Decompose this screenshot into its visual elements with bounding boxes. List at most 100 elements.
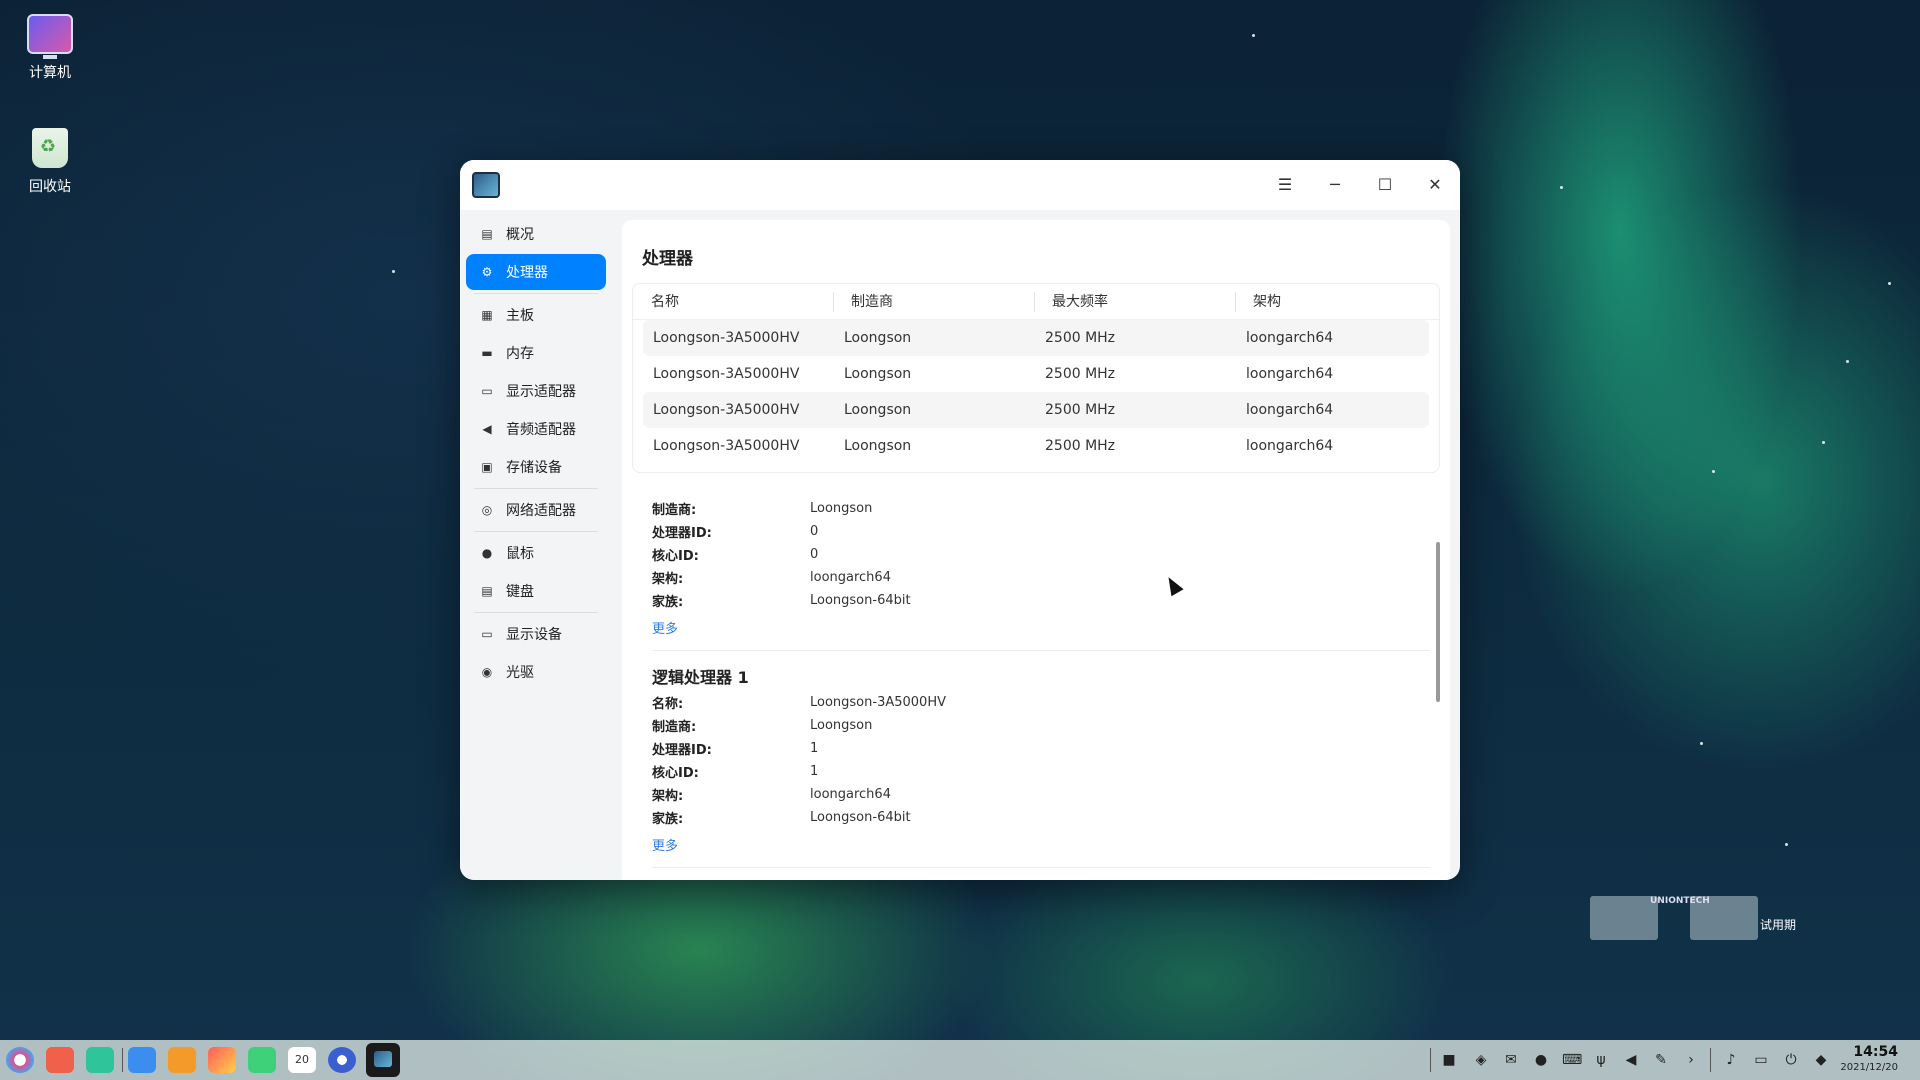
keyboard-icon: ▤: [481, 584, 493, 598]
cell-name: Loongson-3A5000HV: [653, 402, 800, 418]
sidebar-item-label: 网络适配器: [506, 503, 576, 519]
divider: [652, 650, 1430, 651]
detail-row: 制造商: Loongson: [652, 714, 1430, 737]
detail-value: 1: [810, 741, 819, 756]
camera-icon[interactable]: ■: [1440, 1050, 1458, 1070]
sidebar-item-audio-adapter[interactable]: ◀ 音频适配器: [466, 411, 606, 447]
sidebar-item-overview[interactable]: ▤ 概况: [466, 216, 606, 252]
menu-button[interactable]: ☰: [1272, 172, 1298, 198]
table-row[interactable]: Loongson-3A5000HV Loongson 2500 MHz loon…: [643, 428, 1429, 464]
sidebar-item-mouse[interactable]: ● 鼠标: [466, 535, 606, 571]
sidebar-item-storage[interactable]: ▣ 存储设备: [466, 449, 606, 485]
maximize-button[interactable]: ☐: [1372, 172, 1398, 198]
keyboard-icon[interactable]: ⌨: [1562, 1050, 1582, 1070]
sidebar-item-memory[interactable]: ▬ 内存: [466, 335, 606, 371]
detail-key: 架构:: [652, 789, 684, 804]
launcher-icon[interactable]: [6, 1047, 34, 1073]
cell-vendor: Loongson: [844, 330, 912, 346]
detail-value: Loongson-64bit: [810, 810, 911, 825]
logical-processor-title: 逻辑处理器 1: [652, 668, 749, 687]
sidebar-item-label: 存储设备: [506, 460, 562, 476]
security-icon[interactable]: ◆: [1812, 1050, 1830, 1070]
power-icon[interactable]: ⏻: [1782, 1050, 1800, 1070]
display-icon[interactable]: ▭: [1752, 1050, 1770, 1070]
detail-value: Loongson: [810, 718, 873, 733]
table-row[interactable]: Loongson-3A5000HV Loongson 2500 MHz loon…: [643, 356, 1429, 392]
main-content[interactable]: 处理器 名称 制造商 最大频率 架构 Loongson-3A5000HV Loo…: [622, 220, 1450, 880]
sidebar-item-label: 概况: [506, 227, 534, 243]
image-viewer-icon[interactable]: [208, 1047, 236, 1073]
browser-icon[interactable]: [128, 1047, 156, 1073]
table-row[interactable]: Loongson-3A5000HV Loongson 2500 MHz loon…: [643, 392, 1429, 428]
scrollbar[interactable]: [1436, 542, 1440, 702]
column-header[interactable]: 最大频率: [1034, 284, 1235, 320]
motherboard-icon: ▦: [481, 308, 493, 322]
pen-icon[interactable]: ✎: [1652, 1050, 1670, 1070]
detail-key: 处理器ID:: [652, 743, 712, 758]
taskbar: 20 ■ ◈ ✉ ● ⌨ ψ ◀ ✎ › ♪ ▭ ⏻ ◆ 14:54 2021/…: [0, 1040, 1920, 1080]
notes-icon[interactable]: ●: [1532, 1050, 1550, 1070]
music-icon[interactable]: [248, 1047, 276, 1073]
sidebar-item-label: 鼠标: [506, 546, 534, 562]
detail-value: loongarch64: [810, 570, 891, 585]
sidebar-item-label: 主板: [506, 308, 534, 324]
bell-icon[interactable]: ♪: [1722, 1050, 1740, 1070]
detail-key: 架构:: [652, 572, 684, 587]
sidebar-item-keyboard[interactable]: ▤ 键盘: [466, 573, 606, 609]
close-button[interactable]: ✕: [1422, 172, 1448, 198]
clock-time[interactable]: 14:54: [1853, 1044, 1898, 1060]
sidebar-divider: [474, 488, 598, 489]
table-row[interactable]: Loongson-3A5000HV Loongson 2500 MHz loon…: [643, 320, 1429, 356]
column-header[interactable]: 名称: [633, 284, 833, 320]
device-manager-taskbar-button[interactable]: [366, 1043, 400, 1077]
cell-vendor: Loongson: [844, 438, 912, 454]
sidebar-item-processor[interactable]: ⚙ 处理器: [466, 254, 606, 290]
memory-icon: ▬: [481, 346, 493, 360]
sidebar-item-display-adapter[interactable]: ▭ 显示适配器: [466, 373, 606, 409]
more-link[interactable]: 更多: [652, 835, 1430, 855]
app-store-icon[interactable]: [168, 1047, 196, 1073]
sidebar-item-label: 显示适配器: [506, 384, 576, 400]
cell-frequency: 2500 MHz: [1045, 402, 1116, 418]
detail-row: 家族: Loongson-64bit: [652, 806, 1430, 829]
minimize-button[interactable]: ─: [1322, 172, 1348, 198]
sidebar-item-monitor[interactable]: ▭ 显示设备: [466, 616, 606, 652]
mail-icon[interactable]: ✉: [1502, 1050, 1520, 1070]
cell-name: Loongson-3A5000HV: [653, 366, 800, 382]
processor-details: 制造商: Loongson 处理器ID: 0 核心ID: 0 架构: loong…: [652, 497, 1430, 880]
file-manager-icon[interactable]: [86, 1047, 114, 1073]
shield-icon[interactable]: ◈: [1472, 1050, 1490, 1070]
detail-key: 家族:: [652, 595, 684, 610]
monitor-icon: ▭: [481, 627, 493, 641]
sidebar-item-label: 键盘: [506, 584, 534, 600]
column-header[interactable]: 制造商: [833, 284, 1034, 320]
trash-icon: [32, 128, 68, 168]
sidebar-item-network-adapter[interactable]: ◎ 网络适配器: [466, 492, 606, 528]
multitask-view-icon[interactable]: [46, 1047, 74, 1073]
desktop-icon-label: 回收站: [29, 179, 71, 195]
detail-key: 制造商:: [652, 503, 697, 518]
more-link[interactable]: 更多: [652, 618, 1430, 638]
detail-key: 核心ID:: [652, 549, 699, 564]
device-manager-icon: [472, 172, 500, 198]
detail-value: Loongson-64bit: [810, 593, 911, 608]
control-center-icon[interactable]: [328, 1047, 356, 1073]
sidebar-item-label: 音频适配器: [506, 422, 576, 438]
desktop-icon-trash[interactable]: 回收站: [10, 128, 90, 196]
clock-date[interactable]: 2021/12/20: [1840, 1062, 1898, 1073]
usb-icon[interactable]: ψ: [1592, 1050, 1610, 1070]
column-header[interactable]: 架构: [1235, 284, 1415, 320]
audio-adapter-icon: ◀: [482, 422, 492, 436]
chevron-right-icon[interactable]: ›: [1682, 1050, 1700, 1070]
detail-row: 家族: Loongson-64bit: [652, 589, 1430, 612]
sidebar-item-motherboard[interactable]: ▦ 主板: [466, 297, 606, 333]
cell-name: Loongson-3A5000HV: [653, 438, 800, 454]
cell-frequency: 2500 MHz: [1045, 366, 1116, 382]
titlebar[interactable]: ☰ ─ ☐ ✕: [460, 160, 1460, 210]
calendar-icon[interactable]: 20: [288, 1047, 316, 1073]
sidebar-item-optical-drive[interactable]: ◉ 光驱: [466, 654, 606, 690]
desktop-icon-computer[interactable]: 计算机: [10, 14, 90, 82]
volume-icon[interactable]: ◀: [1622, 1050, 1640, 1070]
sidebar-item-label: 内存: [506, 346, 534, 362]
sidebar-item-label: 显示设备: [506, 627, 562, 643]
